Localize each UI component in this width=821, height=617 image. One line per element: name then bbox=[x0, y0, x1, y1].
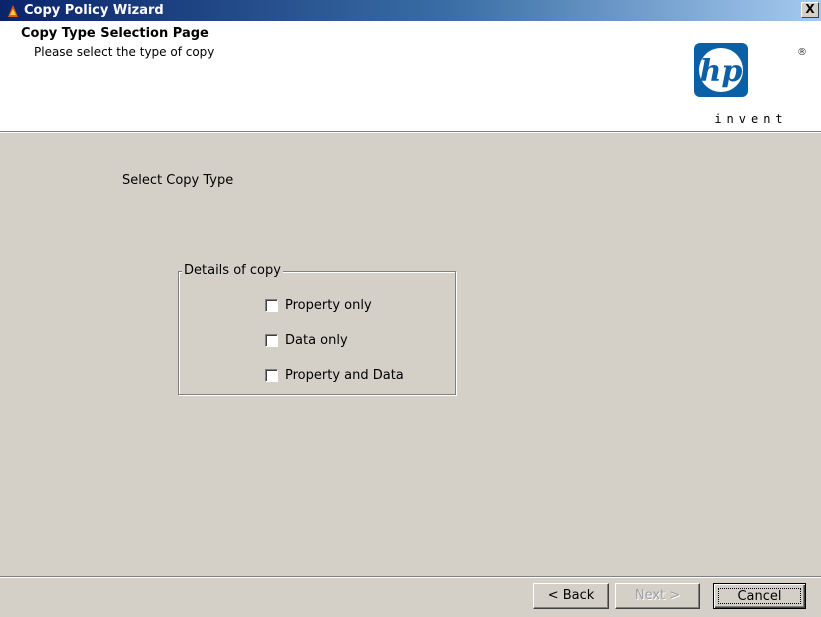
option-property-only[interactable]: Property only bbox=[265, 296, 372, 314]
option-data-only[interactable]: Data only bbox=[265, 331, 348, 349]
group-title: Details of copy bbox=[182, 263, 283, 278]
data-only-checkbox[interactable] bbox=[265, 333, 278, 347]
cancel-button[interactable]: Cancel bbox=[713, 583, 806, 609]
back-button[interactable]: < Back bbox=[533, 583, 609, 609]
hp-logo: hp ® invent bbox=[694, 43, 807, 126]
option-label: Data only bbox=[285, 332, 348, 348]
page-subtitle: Please select the type of copy bbox=[34, 45, 215, 59]
registered-mark: ® bbox=[797, 47, 807, 58]
close-button[interactable]: X bbox=[801, 2, 819, 18]
select-copy-type-label: Select Copy Type bbox=[122, 173, 234, 188]
wizard-app-icon bbox=[8, 5, 18, 17]
logo-tagline: invent bbox=[714, 112, 787, 126]
option-label: Property only bbox=[285, 297, 372, 313]
header-divider bbox=[0, 132, 821, 133]
option-label: Property and Data bbox=[285, 367, 404, 383]
option-property-and-data[interactable]: Property and Data bbox=[265, 366, 404, 384]
next-button[interactable]: Next > bbox=[615, 583, 700, 609]
footer-divider-highlight bbox=[0, 577, 821, 578]
hp-logo-mark: hp bbox=[700, 54, 743, 89]
page-title: Copy Type Selection Page bbox=[21, 26, 209, 41]
title-bar[interactable]: Copy Policy Wizard X bbox=[0, 0, 821, 21]
property-only-checkbox[interactable] bbox=[265, 298, 278, 312]
cancel-button-label: Cancel bbox=[718, 588, 801, 604]
property-and-data-checkbox[interactable] bbox=[265, 368, 278, 382]
window-title: Copy Policy Wizard bbox=[24, 3, 164, 18]
